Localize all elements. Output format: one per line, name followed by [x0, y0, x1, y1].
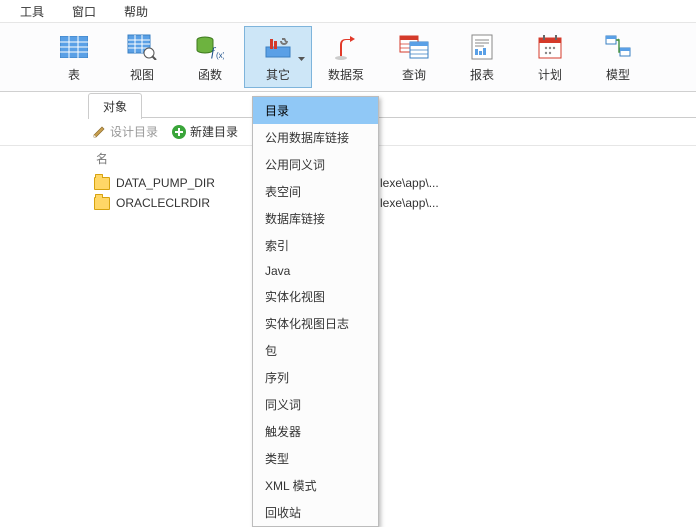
ribbon-label: 模型	[606, 66, 630, 83]
menu-help[interactable]: 帮助	[110, 1, 162, 22]
ribbon-view[interactable]: 视图	[108, 26, 176, 88]
function-icon: f(x)	[195, 32, 225, 62]
folder-icon	[94, 177, 110, 190]
chevron-down-icon	[298, 50, 305, 64]
row-name: ORACLECLRDIR	[116, 196, 210, 210]
pump-icon	[331, 32, 361, 62]
design-directory-button[interactable]: 设计目录	[92, 123, 158, 140]
table-row[interactable]: ORACLECLRDIR lexe\app\...	[92, 193, 696, 213]
ribbon-query[interactable]: 查询	[380, 26, 448, 88]
dropdown-item-directory[interactable]: 目录	[253, 97, 378, 124]
ribbon-label: 数据泵	[328, 66, 364, 83]
row-name: DATA_PUMP_DIR	[116, 176, 215, 190]
other-dropdown: 目录 公用数据库链接 公用同义词 表空间 数据库链接 索引 Java 实体化视图…	[252, 96, 379, 527]
dropdown-item-trigger[interactable]: 触发器	[253, 418, 378, 445]
menubar: 工具 窗口 帮助	[0, 0, 696, 22]
table-icon	[59, 32, 89, 62]
dropdown-item-sequence[interactable]: 序列	[253, 364, 378, 391]
dropdown-item-mat-view[interactable]: 实体化视图	[253, 283, 378, 310]
ribbon-model[interactable]: 模型	[584, 26, 652, 88]
ribbon-function[interactable]: f(x) 函数	[176, 26, 244, 88]
dropdown-item-synonym[interactable]: 同义词	[253, 391, 378, 418]
dropdown-item-package[interactable]: 包	[253, 337, 378, 364]
dropdown-item-xml-schema[interactable]: XML 模式	[253, 472, 378, 499]
ribbon-schedule[interactable]: 计划	[516, 26, 584, 88]
menu-window[interactable]: 窗口	[58, 1, 110, 22]
ribbon-label: 计划	[538, 66, 562, 83]
dropdown-item-tablespace[interactable]: 表空间	[253, 178, 378, 205]
ribbon-label: 表	[68, 66, 80, 83]
ribbon-label: 视图	[130, 66, 154, 83]
dropdown-item-recycle-bin[interactable]: 回收站	[253, 499, 378, 526]
view-icon	[127, 32, 157, 62]
other-icon	[263, 32, 293, 62]
menu-tools[interactable]: 工具	[6, 1, 58, 22]
dropdown-item-type[interactable]: 类型	[253, 445, 378, 472]
row-path: lexe\app\...	[380, 176, 439, 190]
ribbon-table[interactable]: 表	[40, 26, 108, 88]
calendar-icon	[535, 32, 565, 62]
svg-text:(x): (x)	[216, 51, 224, 60]
query-icon	[399, 32, 429, 62]
ribbon-label: 函数	[198, 66, 222, 83]
column-header-name[interactable]: 名	[92, 146, 696, 173]
ribbon-other[interactable]: 其它	[244, 26, 312, 88]
ribbon-datapump[interactable]: 数据泵	[312, 26, 380, 88]
dropdown-item-java[interactable]: Java	[253, 259, 378, 283]
report-icon	[467, 32, 497, 62]
tab-strip	[141, 117, 696, 118]
ribbon: 表 视图 f(x) 函数 其它 数据泵 查询 报表	[0, 22, 696, 92]
dropdown-item-public-synonym[interactable]: 公用同义词	[253, 151, 378, 178]
model-icon	[603, 32, 633, 62]
plus-icon	[172, 125, 186, 139]
tab-objects[interactable]: 对象	[88, 93, 142, 119]
dropdown-item-index[interactable]: 索引	[253, 232, 378, 259]
dropdown-item-db-link[interactable]: 数据库链接	[253, 205, 378, 232]
ribbon-label: 查询	[402, 66, 426, 83]
ribbon-label: 报表	[470, 66, 494, 83]
ribbon-report[interactable]: 报表	[448, 26, 516, 88]
dropdown-item-mat-view-log[interactable]: 实体化视图日志	[253, 310, 378, 337]
folder-icon	[94, 197, 110, 210]
dropdown-item-public-db-link[interactable]: 公用数据库链接	[253, 124, 378, 151]
toolbar-label: 设计目录	[110, 123, 158, 140]
toolbar-label: 新建目录	[190, 123, 238, 140]
table-row[interactable]: DATA_PUMP_DIR lexe\app\...	[92, 173, 696, 193]
row-path: lexe\app\...	[380, 196, 439, 210]
pencil-icon	[92, 125, 106, 139]
ribbon-label: 其它	[266, 66, 290, 83]
new-directory-button[interactable]: 新建目录	[172, 123, 238, 140]
